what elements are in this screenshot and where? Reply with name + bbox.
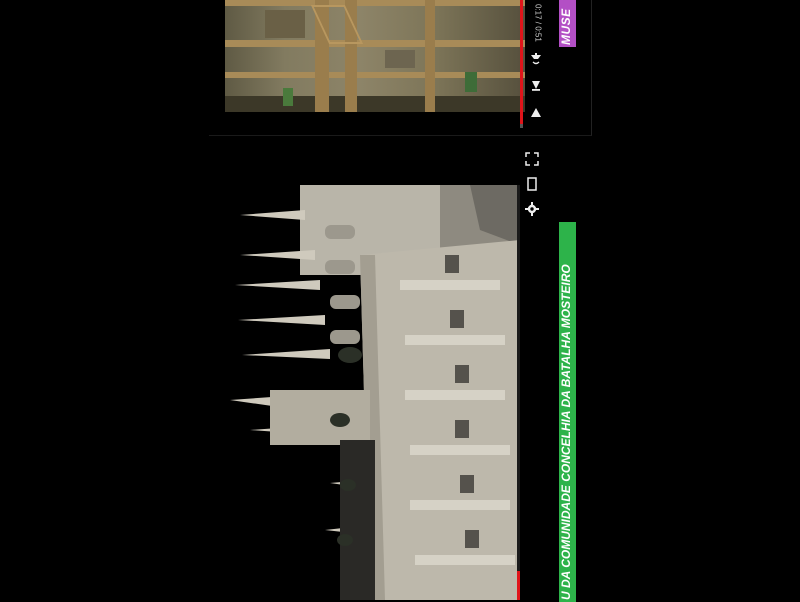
museum-tag: MUSE: [559, 0, 576, 47]
top-time-text: 0:17 / 0:51: [533, 4, 543, 42]
top-video-frame: [225, 0, 525, 112]
top-progress-fill: [520, 0, 523, 124]
fullscreen-icon[interactable]: [525, 152, 539, 166]
volume-icon[interactable]: [529, 52, 543, 66]
theater-mode-icon[interactable]: [525, 177, 539, 191]
settings-icon[interactable]: [525, 202, 539, 216]
caption-tag: U DA COMUNIDADE CONCELHIA DA BATALHA MOS…: [559, 222, 576, 602]
top-video-player[interactable]: 0:17 / 0:51: [209, 0, 592, 136]
top-time-display: 0:17 / 0:51: [531, 4, 545, 48]
play-icon[interactable]: [529, 106, 543, 120]
next-icon[interactable]: [529, 78, 543, 92]
main-controls-bar: [520, 140, 545, 600]
monastery-video-frame: [230, 185, 520, 600]
